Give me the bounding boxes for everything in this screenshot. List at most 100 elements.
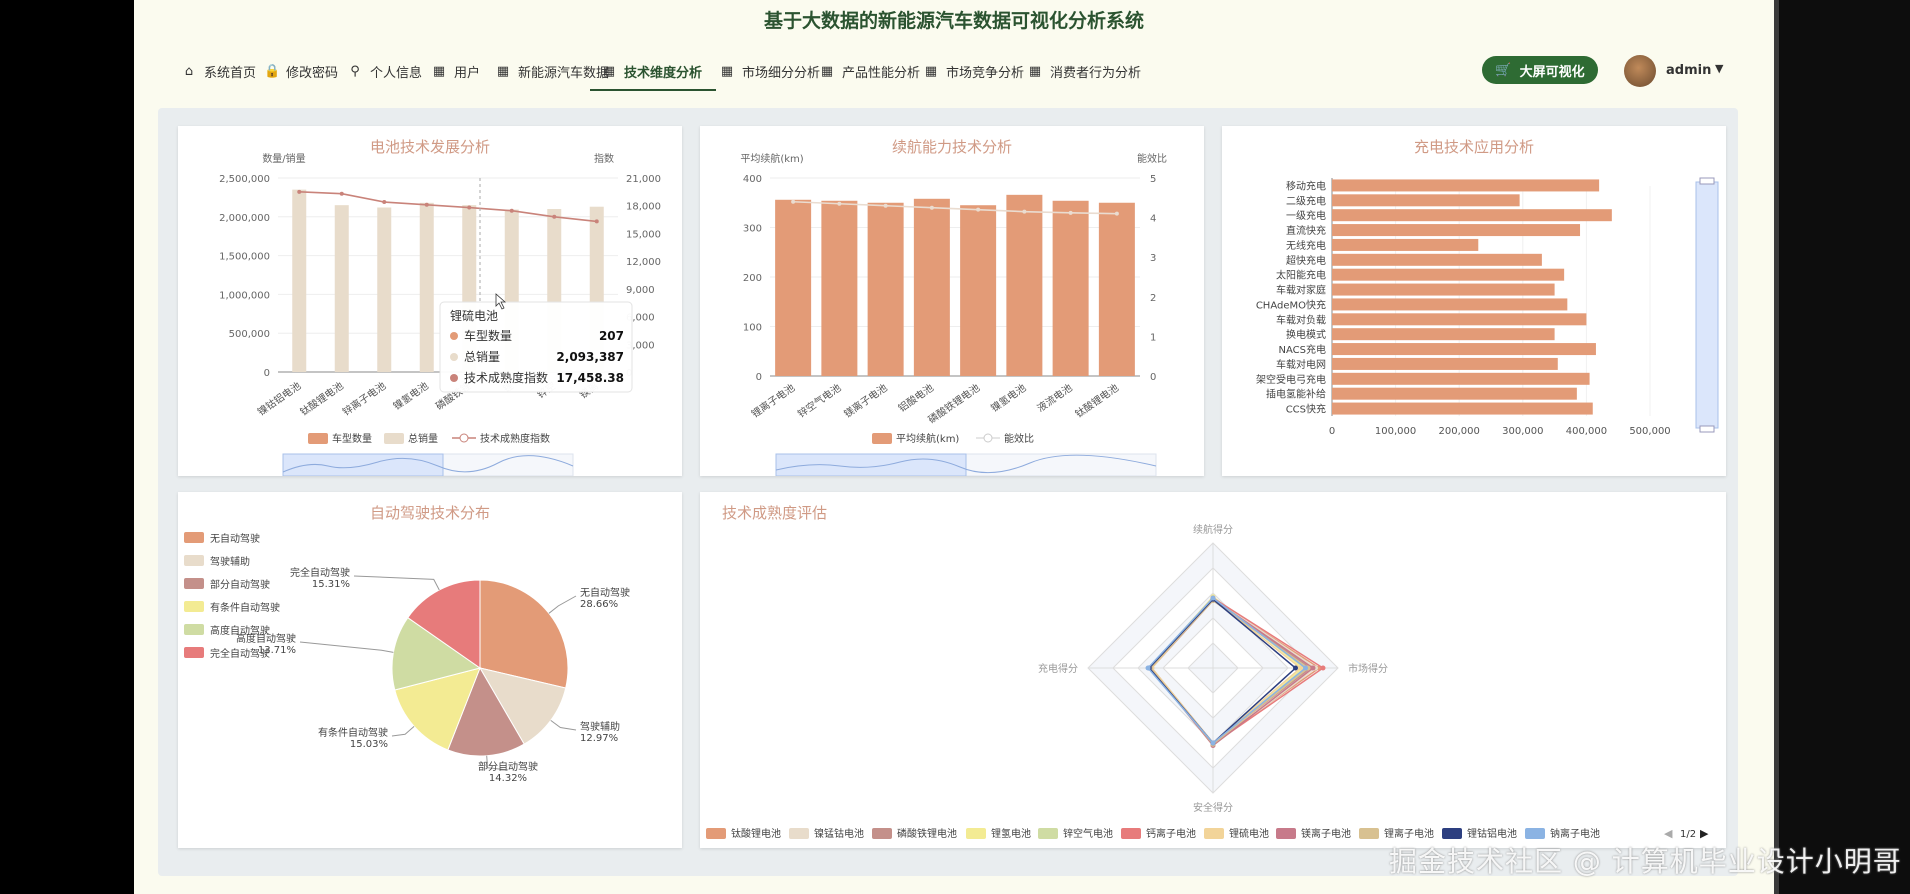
nav-item-4[interactable]: ▦ 新能源汽车数据 [496,62,609,81]
y-tick-label: 插电氢能补给 [1266,388,1326,401]
nav-item-label: 消费者行为分析 [1050,66,1142,81]
nav-item-1[interactable]: 🔒 修改密码 [264,62,338,81]
y-right-tick-label: 0 [1150,372,1156,383]
chevron-down-icon[interactable]: ▼ [1715,62,1723,75]
slice-value: 13.71% [258,645,296,656]
y-axis-right-label: 能效比 [1137,152,1167,165]
bar [1332,402,1593,415]
bar [1332,343,1596,356]
x-tick-label: 200,000 [1439,426,1480,437]
x-tick-label: 液流电池 [1034,381,1074,415]
zoom-handle-bottom [1699,425,1715,433]
nav-item-5[interactable]: ▦ 技术维度分析 [602,62,702,81]
nav-item-label: 新能源汽车数据 [518,66,610,81]
line-point [929,205,934,210]
bar-avg-range [1098,202,1135,376]
nav-item-label: 技术维度分析 [624,66,703,81]
bar-avg-range [913,198,950,376]
y-tick-label: 2,500,000 [219,174,270,185]
grid-icon: ▦ [924,64,938,79]
avatar[interactable] [1624,55,1656,87]
legend-label: 驾驶辅助 [210,555,250,568]
bar-avg-range [1052,200,1089,376]
legend-swatch [184,601,204,612]
legend-swatch [184,647,204,658]
bar [1332,283,1555,296]
label-line [391,725,415,737]
legend-swatch [872,828,892,839]
legend-swatch [789,828,809,839]
y-tick-label: 300 [743,224,762,235]
bar-avg-range [775,199,812,376]
y-tick-label: 太阳能充电 [1276,269,1326,282]
legend-label: 锂氢电池 [991,827,1031,840]
nav-item-2[interactable]: ⚲ 个人信息 [348,62,422,81]
nav-item-label: 市场竞争分析 [946,66,1025,81]
slice-label: 无自动驾驶 [580,586,630,599]
y-tick-label: 车载对负载 [1276,313,1326,326]
nav-item-9[interactable]: ▦ 消费者行为分析 [1028,62,1141,81]
legend-label: 钙离子电池 [1146,827,1196,840]
y-tick-label: 移动充电 [1286,179,1326,192]
big-screen-button[interactable]: 🛒 大屏可视化 [1482,56,1598,84]
nav-item-6[interactable]: ▦ 市场细分分析 [720,62,820,81]
legend-swatch [184,532,204,543]
x-tick-label: 100,000 [1375,426,1416,437]
y-tick-label: 车载对家庭 [1276,284,1326,297]
y-tick-label: CCS快充 [1286,403,1326,416]
tooltip-value: 17,458.38 [556,371,624,385]
bar-total-sales [377,207,392,372]
y-right-tick-label: 5 [1150,174,1156,185]
username[interactable]: admin [1666,63,1711,78]
y-right-tick-label: 15,000 [626,229,661,240]
legend-swatch [1038,828,1058,839]
line-point [1022,209,1027,214]
y-tick-label: CHAdeMO快充 [1256,298,1326,311]
y-right-tick-label: 2 [1150,293,1156,304]
line-point [339,191,344,196]
bar [1332,268,1565,281]
radar-point [1293,665,1298,671]
nav-item-8[interactable]: ▦ 市场竞争分析 [924,62,1024,81]
battery-panel: 电池技术发展分析 数量/销量 指数 0 500,000 1,000,000 1,500,0… [178,126,682,476]
grid-icon: ▦ [602,64,616,79]
legend-label: 锌空气电池 [1063,827,1113,840]
y-right-tick-label: 3 [1150,253,1156,264]
battery-chart: 数量/销量 指数 0 500,000 1,000,000 1,500,000 2,000,0… [219,152,661,476]
bar-avg-range [960,205,997,376]
y-tick-label: 0 [264,368,270,379]
legend-label: 能效比 [1004,432,1034,445]
app-window: 基于大数据的新能源汽车数据可视化分析系统 ⌂ 系统首页 🔒 修改密码 ⚲ 个人信息 ▦ 用户 ▦… [134,0,1774,894]
radar-indicator-label: 安全得分 [1193,801,1233,814]
nav-item-7[interactable]: ▦ 产品性能分析 [820,62,920,81]
tooltip-title: 锂硫电池 [450,308,498,323]
y-tick-label: 架空受电弓充电 [1256,373,1326,386]
y-tick-label: 一级充电 [1286,209,1326,222]
legend-label: 镍锰钴电池 [814,827,864,840]
nav-item-label: 用户 [454,66,481,81]
x-tick-label: 300,000 [1502,426,1543,437]
maturity-chart: 续航得分市场得分安全得分 充电得分钛酸锂电池 镍锰钴电池 磷酸铁锂电池 锂氢电池 锌空气电… [706,523,1709,840]
legend-label: 镁离子电池 [1301,827,1351,840]
y-right-tick-label: 12,000 [626,257,661,268]
line-point [467,205,472,210]
bar-total-sales [334,205,349,372]
vertical-zoom-slider [1695,181,1719,429]
legend-label: 钛酸锂电池 [731,827,781,840]
slice-value: 28.66% [580,599,618,610]
nav-item-3[interactable]: ▦ 用户 [432,62,480,81]
legend-prev-icon: ◀ [1664,827,1673,840]
y-tick-label: 200 [743,273,762,284]
legend-label: 锂硫电池 [1229,827,1269,840]
radar-indicator-label: 续航得分 [1193,523,1233,536]
zoom-handle-top [1699,177,1715,185]
nav-item-0[interactable]: ⌂ 系统首页 [182,62,256,81]
legend-label: 无自动驾驶 [210,532,260,545]
legend-swatch [706,828,726,839]
radar-point [1145,665,1151,671]
lock-icon: 🔒 [264,64,281,79]
label-line [353,575,440,591]
main-content: 电池技术发展分析 数量/销量 指数 0 500,000 1,000,000 1,500,0… [158,108,1738,876]
tooltip-marker [450,374,458,382]
radar-point [1210,740,1216,746]
